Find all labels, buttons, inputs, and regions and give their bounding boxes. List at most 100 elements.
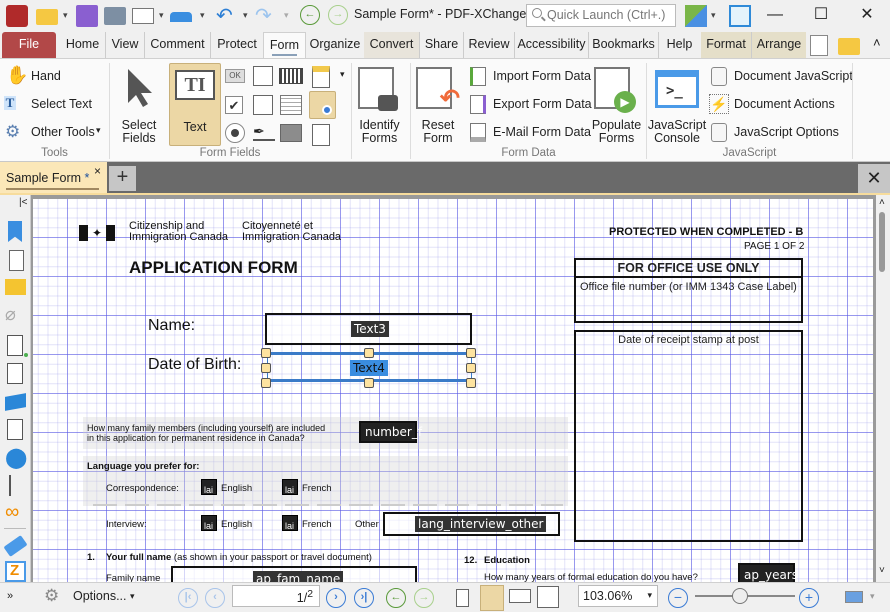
tab-view[interactable]: View: [106, 32, 145, 58]
articles-icon[interactable]: Z: [5, 561, 26, 582]
tags-icon[interactable]: [3, 535, 28, 557]
document-actions-button[interactable]: Document Actions: [734, 97, 835, 111]
button-field-icon[interactable]: OK: [225, 69, 245, 83]
previous-page-button[interactable]: ‹: [205, 588, 225, 608]
close-tab-icon[interactable]: ×: [94, 164, 101, 178]
select-fields-button[interactable]: Select Fields: [114, 119, 164, 145]
redo-dropdown-icon[interactable]: ▾: [284, 10, 289, 21]
tab-file[interactable]: File: [2, 32, 56, 58]
email-dropdown-icon[interactable]: ▾: [159, 10, 164, 21]
tab-share[interactable]: Share: [420, 32, 464, 58]
tab-accessibility[interactable]: Accessibility: [515, 32, 589, 58]
content-icon[interactable]: [7, 419, 23, 440]
view-mode-icon[interactable]: [845, 591, 863, 603]
options-button[interactable]: Options...: [73, 589, 127, 603]
resize-handle-sw[interactable]: [261, 378, 271, 388]
search-folder-icon[interactable]: [838, 38, 860, 55]
barcode-field-icon[interactable]: [279, 68, 303, 84]
chevron-down-icon[interactable]: ▾: [870, 591, 875, 602]
page-number-input[interactable]: 1/2: [232, 585, 320, 607]
collapse-pane-icon[interactable]: |<: [19, 197, 27, 208]
links-icon[interactable]: ∞: [5, 501, 26, 523]
form-page-icon[interactable]: [312, 66, 330, 88]
javascript-options-button[interactable]: JavaScript Options: [734, 125, 839, 139]
fields-icon[interactable]: [7, 335, 23, 356]
collapse-ribbon-icon[interactable]: ˄: [873, 35, 881, 50]
minimize-button[interactable]: —: [752, 0, 798, 32]
maximize-button[interactable]: ☐: [798, 0, 844, 32]
correspondence-french-checkbox[interactable]: lai: [282, 479, 298, 495]
expand-panes-icon[interactable]: »: [7, 590, 13, 602]
close-document-button[interactable]: ✕: [858, 164, 890, 193]
signature-field-icon[interactable]: ✒: [253, 123, 275, 141]
forward-view-button[interactable]: →: [414, 588, 434, 608]
chevron-down-icon[interactable]: ▾: [96, 125, 101, 136]
chevron-down-icon[interactable]: ▾: [340, 69, 345, 80]
document-javascript-button[interactable]: Document JavaScript: [734, 69, 853, 83]
back-icon[interactable]: ←: [300, 5, 320, 25]
resize-handle-ne[interactable]: [466, 348, 476, 358]
tab-review[interactable]: Review: [464, 32, 515, 58]
checkbox-field-icon[interactable]: ✔: [225, 96, 243, 114]
email-form-data-button[interactable]: E-Mail Form Data: [493, 125, 591, 139]
fullscreen-icon[interactable]: [729, 5, 751, 27]
tab-form[interactable]: Form: [263, 32, 306, 58]
other-tools-button[interactable]: Other Tools: [31, 125, 95, 139]
scroll-up-icon[interactable]: ˄: [879, 197, 885, 208]
destinations-icon[interactable]: ⬤: [5, 445, 27, 469]
populate-forms-button[interactable]: Populate Forms: [589, 119, 644, 145]
reset-form-button[interactable]: Reset Form: [413, 119, 463, 145]
resize-handle-se[interactable]: [466, 378, 476, 388]
document-view[interactable]: ✦ Citizenship and Immigration Canada Cito…: [31, 195, 876, 582]
name-text-field[interactable]: Text3: [265, 313, 472, 345]
zoom-slider-knob[interactable]: [732, 588, 748, 604]
tab-arrange[interactable]: Arrange: [752, 32, 806, 58]
listbox-field-icon[interactable]: [253, 66, 273, 86]
document-tab-sample-form[interactable]: Sample Form * ×: [0, 162, 107, 193]
find-icon[interactable]: [810, 35, 828, 56]
back-view-button[interactable]: ←: [386, 588, 406, 608]
interview-english-checkbox[interactable]: lai: [201, 515, 217, 531]
continuous-facing-icon[interactable]: [537, 586, 559, 608]
app-logo-icon[interactable]: [6, 5, 28, 27]
tab-home[interactable]: Home: [60, 32, 106, 58]
thumbnails-icon[interactable]: [9, 250, 24, 271]
zoom-out-button[interactable]: −: [668, 588, 688, 608]
correspondence-english-checkbox[interactable]: lai: [201, 479, 217, 495]
first-page-button[interactable]: |‹: [178, 588, 198, 608]
zoom-level-select[interactable]: 103.06% ▾: [578, 585, 658, 607]
undo-icon[interactable]: ↶: [216, 3, 233, 28]
quick-launch-input[interactable]: Quick Launch (Ctrl+.): [526, 4, 676, 27]
signatures-icon[interactable]: [7, 363, 23, 384]
family-members-field[interactable]: number_f: [359, 421, 422, 443]
save-icon[interactable]: [76, 5, 98, 27]
layers-icon[interactable]: [5, 393, 26, 411]
continuous-page-icon[interactable]: [480, 585, 504, 611]
import-form-data-button[interactable]: Import Form Data: [493, 69, 591, 83]
resize-handle-e[interactable]: [466, 363, 476, 373]
scan-dropdown-icon[interactable]: ▾: [200, 10, 205, 21]
scroll-down-icon[interactable]: ˅: [879, 565, 885, 576]
tab-organize[interactable]: Organize: [306, 32, 364, 58]
print-icon[interactable]: [104, 7, 126, 25]
close-button[interactable]: ✕: [844, 0, 890, 32]
date-field-icon[interactable]: [280, 95, 302, 115]
next-page-button[interactable]: ›: [326, 588, 346, 608]
education-years-field[interactable]: ap_years: [738, 563, 798, 582]
tab-protect[interactable]: Protect: [211, 32, 263, 58]
attachments-icon[interactable]: ⌀: [5, 304, 26, 325]
single-page-icon[interactable]: [456, 589, 469, 607]
interview-other-field[interactable]: lang_interview_other: [383, 512, 560, 536]
new-tab-button[interactable]: +: [109, 166, 136, 191]
forward-icon[interactable]: →: [328, 5, 348, 25]
hand-tool-button[interactable]: Hand: [31, 69, 61, 83]
scan-icon[interactable]: [170, 12, 192, 22]
text-field-button[interactable]: TI Text: [169, 63, 221, 146]
zoom-in-button[interactable]: +: [799, 588, 819, 608]
resize-handle-nw[interactable]: [261, 348, 271, 358]
open-folder-icon[interactable]: [36, 9, 58, 25]
customize-icon[interactable]: [685, 5, 707, 27]
export-form-data-button[interactable]: Export Form Data: [493, 97, 592, 111]
chevron-down-icon[interactable]: ▾: [130, 591, 135, 602]
tab-comment[interactable]: Comment: [145, 32, 211, 58]
